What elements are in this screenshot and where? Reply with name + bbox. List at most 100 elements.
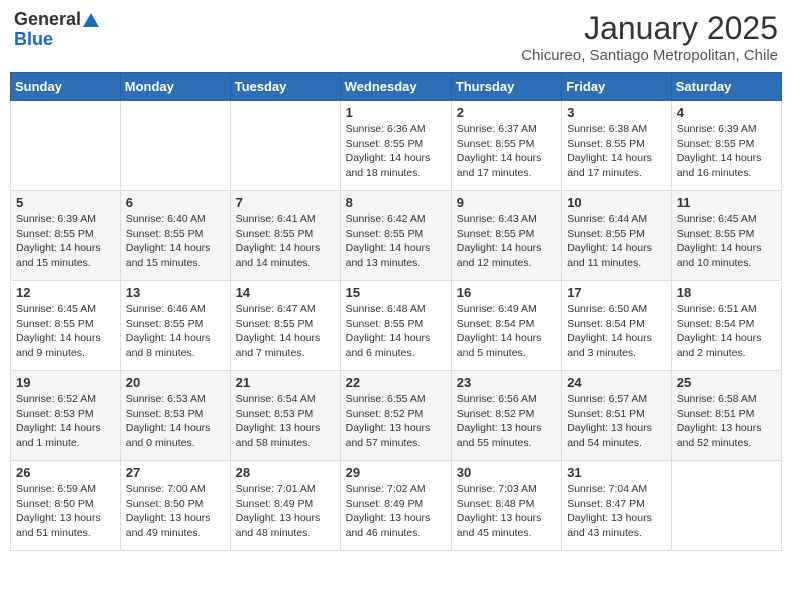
day-number: 24	[567, 375, 666, 390]
day-info: Sunrise: 6:48 AM Sunset: 8:55 PM Dayligh…	[346, 302, 446, 361]
calendar-cell: 12 Sunrise: 6:45 AM Sunset: 8:55 PM Dayli…	[11, 281, 121, 371]
calendar-cell: 14Sunrise: 6:47 AM Sunset: 8:55 PM Dayli…	[230, 281, 340, 371]
day-info: Sunrise: 7:01 AM Sunset: 8:49 PM Dayligh…	[236, 482, 335, 541]
calendar-cell: 26Sunrise: 6:59 AM Sunset: 8:50 PM Dayli…	[11, 461, 121, 551]
day-number: 4	[677, 105, 776, 120]
logo-triangle-icon	[82, 11, 100, 29]
calendar-cell: 10 Sunrise: 6:44 AM Sunset: 8:55 PM Dayli…	[562, 191, 672, 281]
day-number: 10	[567, 195, 666, 210]
day-info: Sunrise: 6:38 AM Sunset: 8:55 PM Dayligh…	[567, 122, 666, 181]
day-info: Sunrise: 6:49 AM Sunset: 8:54 PM Dayligh…	[457, 302, 556, 361]
day-number: 7	[236, 195, 335, 210]
calendar-cell: 24 Sunrise: 6:57 AM Sunset: 8:51 PM Dayli…	[562, 371, 672, 461]
calendar-cell: 6 Sunrise: 6:40 AM Sunset: 8:55 PM Daylig…	[120, 191, 230, 281]
weekday-header-wednesday: Wednesday	[340, 73, 451, 101]
calendar-cell: 16Sunrise: 6:49 AM Sunset: 8:54 PM Dayli…	[451, 281, 561, 371]
calendar-cell: 5Sunrise: 6:39 AM Sunset: 8:55 PM Daylig…	[11, 191, 121, 281]
day-info: Sunrise: 7:00 AM Sunset: 8:50 PM Dayligh…	[126, 482, 225, 541]
day-info: Sunrise: 7:02 AM Sunset: 8:49 PM Dayligh…	[346, 482, 446, 541]
logo-blue-text: Blue	[14, 30, 53, 50]
weekday-header-row: SundayMondayTuesdayWednesdayThursdayFrid…	[11, 73, 782, 101]
day-info: Sunrise: 6:39 AM Sunset: 8:55 PM Dayligh…	[677, 122, 776, 181]
calendar-cell: 2 Sunrise: 6:37 AM Sunset: 8:55 PM Daylig…	[451, 101, 561, 191]
day-info: Sunrise: 6:57 AM Sunset: 8:51 PM Dayligh…	[567, 392, 666, 451]
calendar-cell: 31 Sunrise: 7:04 AM Sunset: 8:47 PM Dayli…	[562, 461, 672, 551]
day-number: 3	[567, 105, 666, 120]
calendar-cell: 25Sunrise: 6:58 AM Sunset: 8:51 PM Dayli…	[671, 371, 781, 461]
weekday-header-tuesday: Tuesday	[230, 73, 340, 101]
day-number: 28	[236, 465, 335, 480]
day-number: 2	[457, 105, 556, 120]
day-number: 14	[236, 285, 335, 300]
day-info: Sunrise: 7:04 AM Sunset: 8:47 PM Dayligh…	[567, 482, 666, 541]
calendar-cell: 29Sunrise: 7:02 AM Sunset: 8:49 PM Dayli…	[340, 461, 451, 551]
calendar-cell: 1 Sunrise: 6:36 AM Sunset: 8:55 PM Daylig…	[340, 101, 451, 191]
weekday-header-thursday: Thursday	[451, 73, 561, 101]
day-number: 6	[126, 195, 225, 210]
day-info: Sunrise: 6:36 AM Sunset: 8:55 PM Dayligh…	[346, 122, 446, 181]
day-info: Sunrise: 6:42 AM Sunset: 8:55 PM Dayligh…	[346, 212, 446, 271]
day-info: Sunrise: 6:40 AM Sunset: 8:55 PM Dayligh…	[126, 212, 225, 271]
location: Chicureo, Santiago Metropolitan, Chile	[521, 47, 778, 64]
day-info: Sunrise: 6:46 AM Sunset: 8:55 PM Dayligh…	[126, 302, 225, 361]
calendar-cell: 30 Sunrise: 7:03 AM Sunset: 8:48 PM Dayli…	[451, 461, 561, 551]
calendar-cell	[11, 101, 121, 191]
day-info: Sunrise: 6:45 AM Sunset: 8:55 PM Dayligh…	[677, 212, 776, 271]
day-number: 21	[236, 375, 335, 390]
calendar-cell: 8 Sunrise: 6:42 AM Sunset: 8:55 PM Daylig…	[340, 191, 451, 281]
calendar-cell: 23Sunrise: 6:56 AM Sunset: 8:52 PM Dayli…	[451, 371, 561, 461]
calendar-cell: 13 Sunrise: 6:46 AM Sunset: 8:55 PM Dayli…	[120, 281, 230, 371]
calendar-cell: 9 Sunrise: 6:43 AM Sunset: 8:55 PM Daylig…	[451, 191, 561, 281]
day-info: Sunrise: 7:03 AM Sunset: 8:48 PM Dayligh…	[457, 482, 556, 541]
day-number: 9	[457, 195, 556, 210]
calendar-cell: 15 Sunrise: 6:48 AM Sunset: 8:55 PM Dayli…	[340, 281, 451, 371]
day-info: Sunrise: 6:52 AM Sunset: 8:53 PM Dayligh…	[16, 392, 115, 451]
logo-general-text: General	[14, 10, 81, 30]
calendar-body: 1 Sunrise: 6:36 AM Sunset: 8:55 PM Daylig…	[11, 101, 782, 551]
day-info: Sunrise: 6:56 AM Sunset: 8:52 PM Dayligh…	[457, 392, 556, 451]
day-number: 1	[346, 105, 446, 120]
calendar-header: SundayMondayTuesdayWednesdayThursdayFrid…	[11, 73, 782, 101]
day-info: Sunrise: 6:39 AM Sunset: 8:55 PM Dayligh…	[16, 212, 115, 271]
day-number: 11	[677, 195, 776, 210]
day-number: 22	[346, 375, 446, 390]
day-info: Sunrise: 6:43 AM Sunset: 8:55 PM Dayligh…	[457, 212, 556, 271]
day-number: 12	[16, 285, 115, 300]
day-info: Sunrise: 6:37 AM Sunset: 8:55 PM Dayligh…	[457, 122, 556, 181]
calendar-cell: 27 Sunrise: 7:00 AM Sunset: 8:50 PM Dayli…	[120, 461, 230, 551]
calendar-cell: 28 Sunrise: 7:01 AM Sunset: 8:49 PM Dayli…	[230, 461, 340, 551]
calendar-week-1: 1 Sunrise: 6:36 AM Sunset: 8:55 PM Daylig…	[11, 101, 782, 191]
calendar-week-5: 26Sunrise: 6:59 AM Sunset: 8:50 PM Dayli…	[11, 461, 782, 551]
calendar-week-4: 19Sunrise: 6:52 AM Sunset: 8:53 PM Dayli…	[11, 371, 782, 461]
logo: General Blue	[14, 10, 100, 50]
month-title: January 2025	[521, 10, 778, 47]
calendar-cell	[671, 461, 781, 551]
day-info: Sunrise: 6:45 AM Sunset: 8:55 PM Dayligh…	[16, 302, 115, 361]
day-info: Sunrise: 6:44 AM Sunset: 8:55 PM Dayligh…	[567, 212, 666, 271]
day-number: 15	[346, 285, 446, 300]
weekday-header-monday: Monday	[120, 73, 230, 101]
day-info: Sunrise: 6:50 AM Sunset: 8:54 PM Dayligh…	[567, 302, 666, 361]
calendar-table: SundayMondayTuesdayWednesdayThursdayFrid…	[10, 72, 782, 551]
calendar-cell: 20Sunrise: 6:53 AM Sunset: 8:53 PM Dayli…	[120, 371, 230, 461]
day-info: Sunrise: 6:55 AM Sunset: 8:52 PM Dayligh…	[346, 392, 446, 451]
calendar-cell: 22 Sunrise: 6:55 AM Sunset: 8:52 PM Dayli…	[340, 371, 451, 461]
title-block: January 2025 Chicureo, Santiago Metropol…	[521, 10, 778, 64]
day-number: 13	[126, 285, 225, 300]
calendar-cell: 19Sunrise: 6:52 AM Sunset: 8:53 PM Dayli…	[11, 371, 121, 461]
day-number: 30	[457, 465, 556, 480]
weekday-header-saturday: Saturday	[671, 73, 781, 101]
day-number: 31	[567, 465, 666, 480]
day-info: Sunrise: 6:58 AM Sunset: 8:51 PM Dayligh…	[677, 392, 776, 451]
day-number: 27	[126, 465, 225, 480]
day-info: Sunrise: 6:53 AM Sunset: 8:53 PM Dayligh…	[126, 392, 225, 451]
day-number: 17	[567, 285, 666, 300]
weekday-header-sunday: Sunday	[11, 73, 121, 101]
calendar-cell: 3 Sunrise: 6:38 AM Sunset: 8:55 PM Daylig…	[562, 101, 672, 191]
calendar-cell: 18Sunrise: 6:51 AM Sunset: 8:54 PM Dayli…	[671, 281, 781, 371]
day-info: Sunrise: 6:51 AM Sunset: 8:54 PM Dayligh…	[677, 302, 776, 361]
calendar-cell: 21Sunrise: 6:54 AM Sunset: 8:53 PM Dayli…	[230, 371, 340, 461]
calendar-cell: 7Sunrise: 6:41 AM Sunset: 8:55 PM Daylig…	[230, 191, 340, 281]
page-header: General Blue January 2025 Chicureo, Sant…	[10, 10, 782, 64]
day-number: 8	[346, 195, 446, 210]
